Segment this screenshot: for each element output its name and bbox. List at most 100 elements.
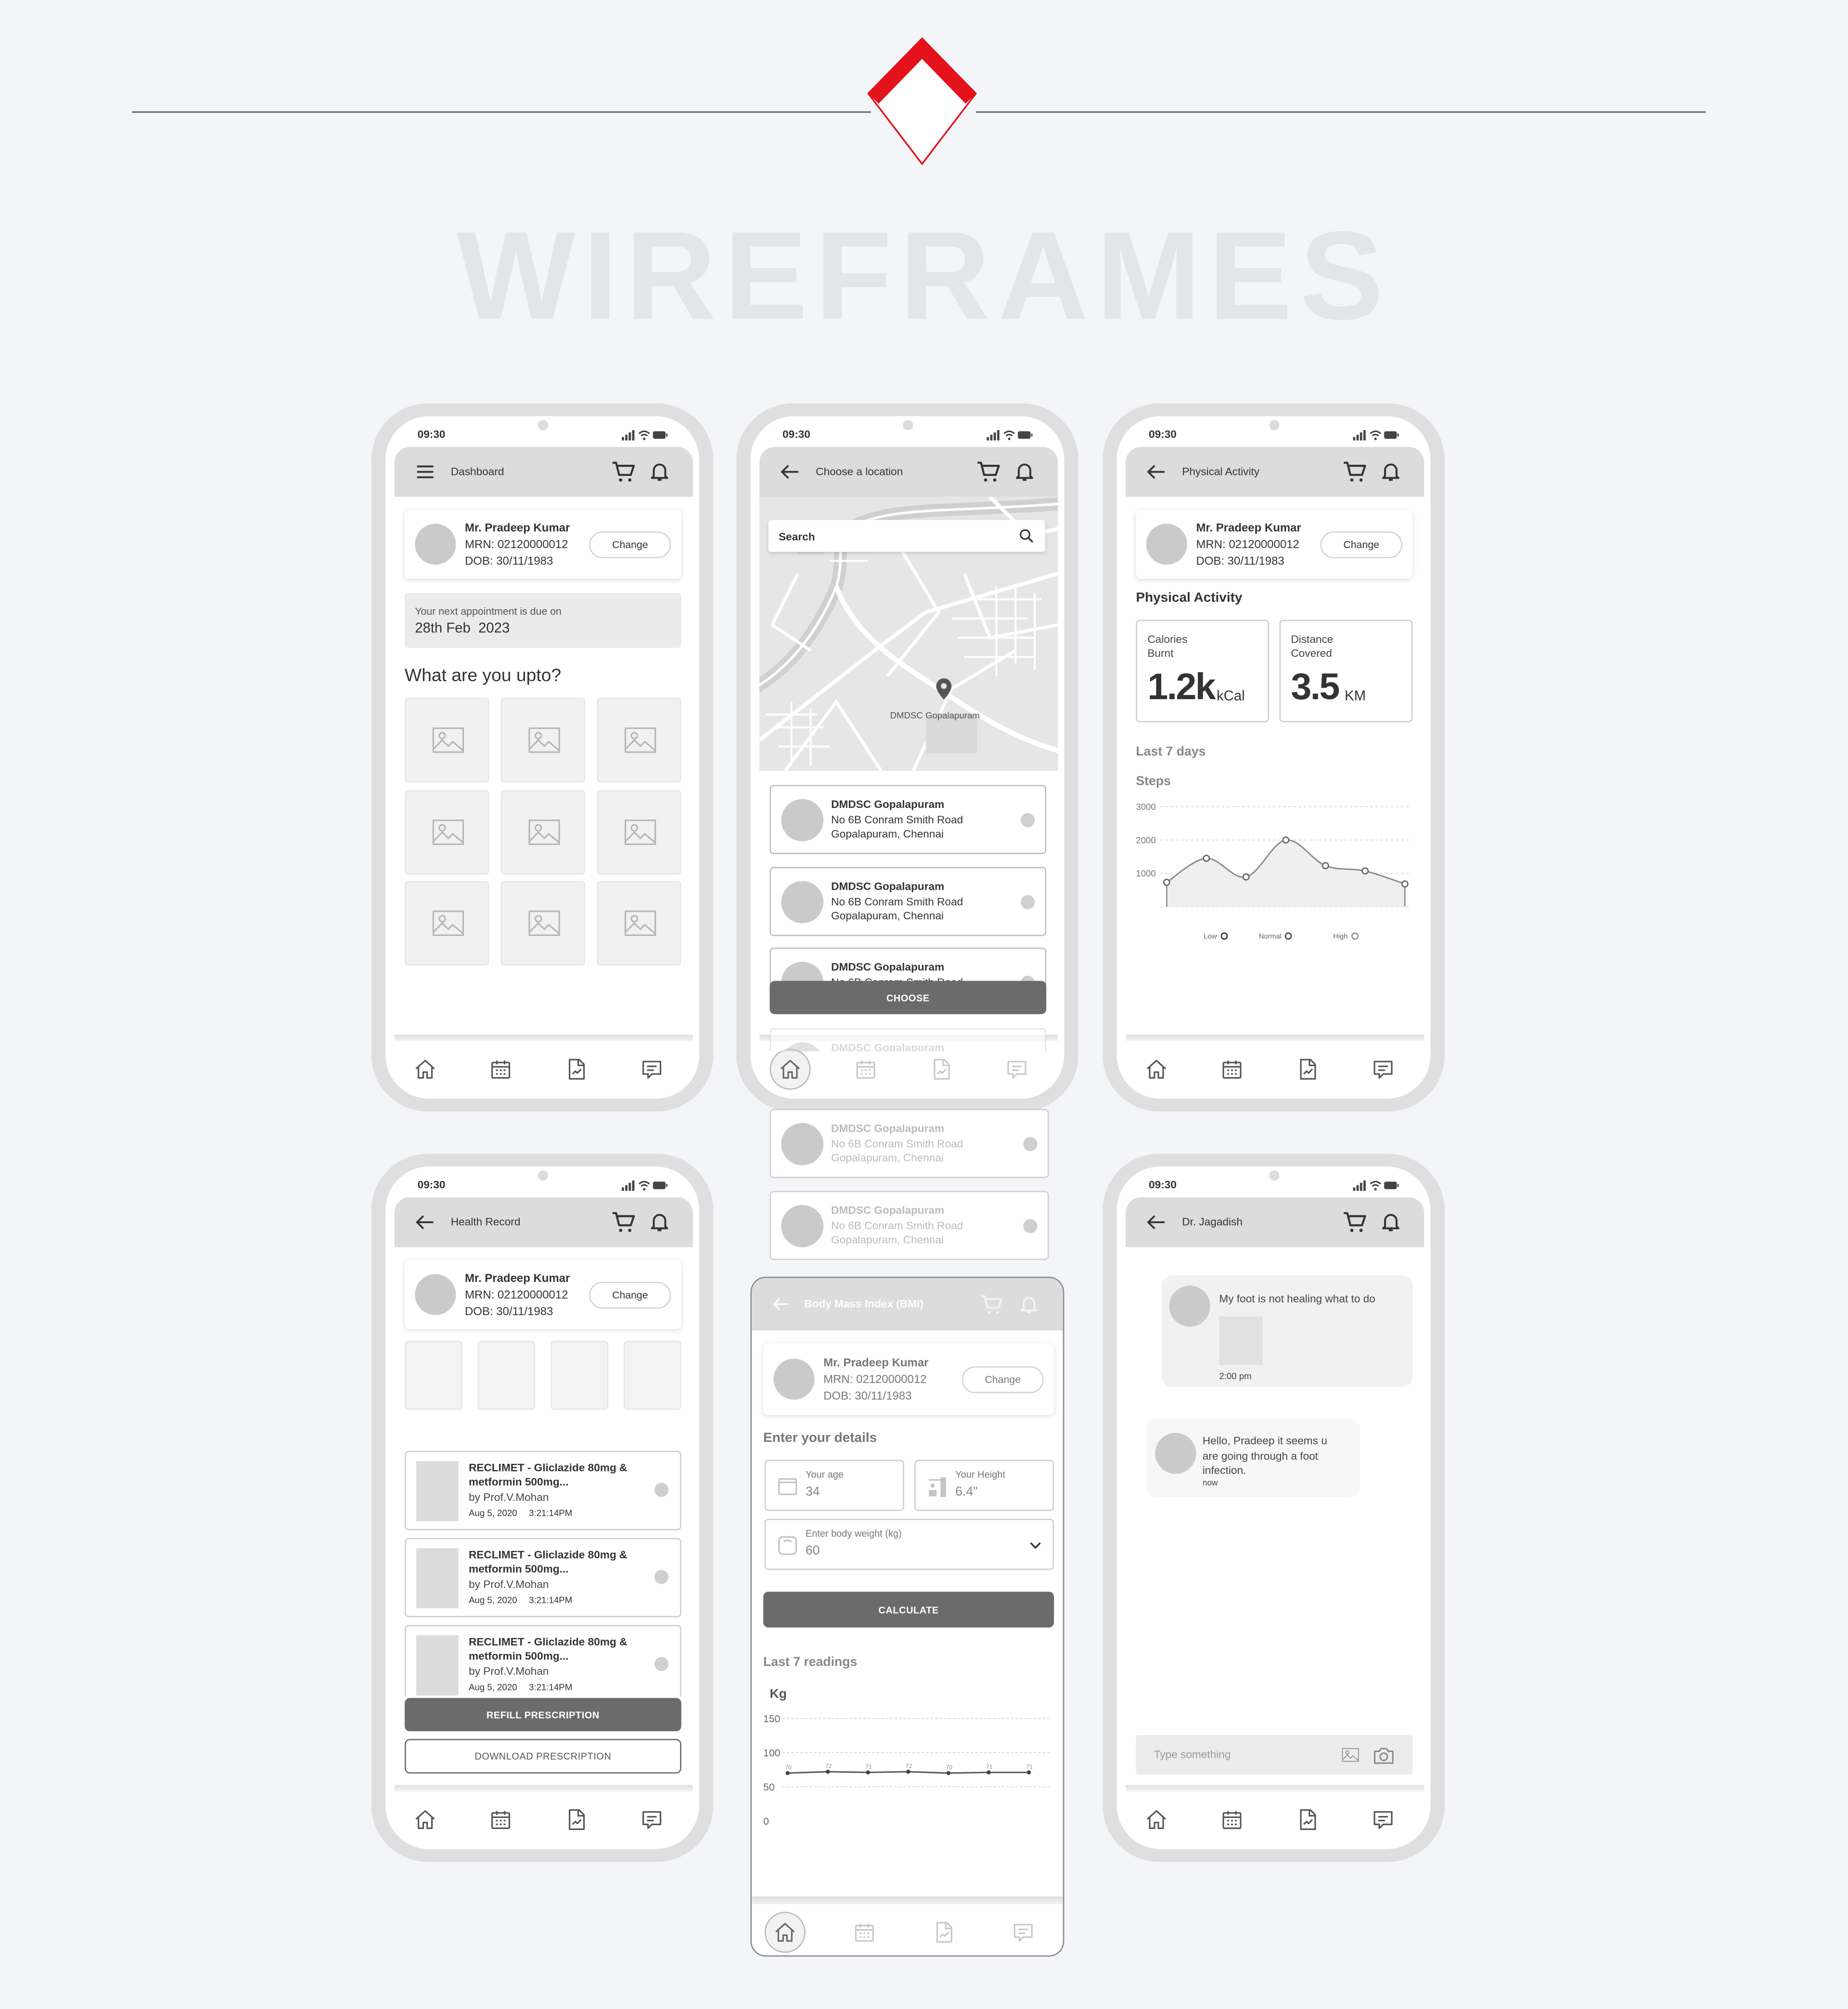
bell-icon[interactable] [1018, 1293, 1040, 1315]
nav-calendar-icon[interactable] [853, 1921, 876, 1944]
nav-records-icon[interactable] [932, 1921, 955, 1944]
back-arrow-icon[interactable] [779, 461, 802, 483]
nav-home-icon[interactable] [414, 1808, 437, 1831]
menu-icon[interactable] [414, 461, 437, 483]
location-list-peek: DMDSC GopalapuramNo 6B Conram Smith Road… [770, 1028, 1047, 1051]
doctor-avatar [1155, 1433, 1196, 1474]
search-icon[interactable] [1018, 527, 1035, 544]
prescription-item[interactable]: RECLIMET - Gliclazide 80mg & metformin 50… [404, 1537, 681, 1617]
location-radio[interactable] [1023, 1219, 1038, 1233]
location-item[interactable]: DMDSC GopalapuramNo 6B Conram Smith Road… [770, 1109, 1049, 1178]
location-radio[interactable] [1020, 813, 1035, 828]
cart-icon[interactable] [611, 1210, 636, 1235]
record-category-tile[interactable] [623, 1341, 681, 1410]
prescription-title: metformin 500mg... [468, 1649, 569, 1663]
search-input[interactable]: Search [768, 520, 1045, 552]
chevron-down-icon[interactable] [1027, 1536, 1044, 1553]
nav-calendar-icon[interactable] [489, 1808, 513, 1831]
activity-tile[interactable] [500, 881, 586, 966]
record-category-tile[interactable] [404, 1341, 462, 1410]
attached-image-placeholder[interactable] [1219, 1316, 1263, 1365]
nav-calendar-icon[interactable] [1220, 1808, 1244, 1831]
prescription-select-radio[interactable] [654, 1483, 669, 1497]
message-text: infection. [1202, 1463, 1246, 1477]
nav-chat-icon[interactable] [1012, 1921, 1035, 1944]
nav-calendar-icon[interactable] [1220, 1058, 1244, 1081]
prescription-item[interactable]: RECLIMET - Gliclazide 80mg & metformin 50… [404, 1625, 681, 1697]
attach-image-icon[interactable] [1340, 1745, 1361, 1765]
image-placeholder-icon [618, 905, 662, 941]
bell-icon[interactable] [1379, 1210, 1402, 1233]
location-radio[interactable] [1023, 1137, 1038, 1152]
back-arrow-icon[interactable] [414, 1211, 437, 1233]
bell-icon[interactable] [1013, 460, 1036, 483]
cart-icon[interactable] [976, 460, 1001, 484]
prescription-select-radio[interactable] [654, 1570, 669, 1584]
nav-chat-icon[interactable] [1005, 1058, 1028, 1081]
location-item[interactable]: DMDSC GopalapuramNo 6B Conram Smith Road… [770, 1190, 1049, 1260]
back-arrow-icon[interactable] [771, 1294, 792, 1314]
cart-icon[interactable] [611, 460, 636, 484]
cart-icon[interactable] [980, 1293, 1004, 1317]
bell-icon[interactable] [1379, 460, 1402, 483]
weight-field[interactable]: Enter body weight (kg) 60 [764, 1519, 1054, 1570]
activity-tile[interactable] [404, 698, 489, 782]
prescription-item[interactable]: RECLIMET - Gliclazide 80mg & metformin 50… [404, 1451, 681, 1531]
nav-home-icon[interactable] [1145, 1808, 1168, 1831]
nav-calendar-icon[interactable] [854, 1058, 877, 1081]
location-radio[interactable] [1020, 895, 1035, 909]
location-name: DMDSC Gopalapuram [831, 880, 945, 893]
map-pin-label: DMDSC Gopalapuram [890, 712, 980, 721]
cart-icon[interactable] [1342, 1210, 1368, 1235]
phone-dashboard: 09:30 Dashboard Mr. Pradeep Kumar MRN: 0212… [371, 403, 714, 1112]
activity-tile[interactable] [597, 698, 681, 782]
nav-home-icon[interactable] [1145, 1058, 1168, 1081]
nav-home-icon[interactable] [414, 1058, 437, 1081]
back-arrow-icon[interactable] [1145, 1211, 1168, 1233]
nav-chat-icon[interactable] [1372, 1058, 1395, 1081]
change-patient-button[interactable]: Change [962, 1366, 1044, 1394]
refill-prescription-button[interactable]: REFILL PRESCRIPTION [404, 1698, 681, 1731]
calculate-button[interactable]: CALCULATE [763, 1591, 1054, 1628]
location-name: DMDSC Gopalapuram [831, 1122, 945, 1135]
record-category-tile[interactable] [551, 1341, 609, 1410]
app-header: Dr. Jagadish [1126, 1197, 1424, 1247]
nav-chat-icon[interactable] [641, 1058, 664, 1081]
image-placeholder-icon [426, 722, 470, 758]
bell-icon[interactable] [648, 1210, 671, 1233]
change-patient-button[interactable]: Change [1320, 531, 1402, 559]
nav-chat-icon[interactable] [641, 1808, 664, 1831]
nav-records-icon[interactable] [930, 1058, 953, 1081]
nav-records-icon[interactable] [565, 1808, 588, 1831]
activity-tile[interactable] [500, 698, 586, 782]
activity-tile[interactable] [500, 790, 586, 875]
record-category-tile[interactable] [477, 1341, 536, 1410]
nav-records-icon[interactable] [1296, 1808, 1319, 1831]
download-prescription-button[interactable]: DOWNLOAD PRESCRIPTION [404, 1739, 681, 1774]
location-item[interactable]: DMDSC GopalapuramNo 6B Conram Smith Road… [770, 867, 1047, 936]
activity-tile[interactable] [404, 790, 489, 875]
nav-home-icon[interactable] [779, 1058, 802, 1081]
change-patient-button[interactable]: Change [589, 531, 671, 559]
nav-home-icon[interactable] [773, 1921, 796, 1944]
nav-chat-icon[interactable] [1372, 1808, 1395, 1831]
activity-tile[interactable] [404, 881, 489, 966]
location-item[interactable]: DMDSC GopalapuramNo 6B Conram Smith Road… [770, 1028, 1047, 1051]
activity-tile[interactable] [597, 881, 681, 966]
activity-tile[interactable] [597, 790, 681, 875]
choose-button[interactable]: CHOOSE [770, 981, 1047, 1014]
nav-records-icon[interactable] [565, 1058, 588, 1081]
prescription-title: metformin 500mg... [468, 1562, 569, 1575]
camera-icon[interactable] [1373, 1744, 1395, 1766]
age-field[interactable]: Your age 34 [764, 1459, 904, 1511]
back-arrow-icon[interactable] [1145, 461, 1168, 483]
bell-icon[interactable] [648, 460, 671, 483]
nav-records-icon[interactable] [1296, 1058, 1319, 1081]
location-item[interactable]: DMDSC GopalapuramNo 6B Conram Smith Road… [770, 785, 1047, 854]
nav-calendar-icon[interactable] [489, 1058, 513, 1081]
message-input[interactable]: Type something [1136, 1735, 1413, 1775]
prescription-select-radio[interactable] [654, 1657, 669, 1671]
cart-icon[interactable] [1342, 460, 1368, 484]
change-patient-button[interactable]: Change [589, 1281, 671, 1309]
height-field[interactable]: Your Height 6.4" [914, 1459, 1054, 1511]
